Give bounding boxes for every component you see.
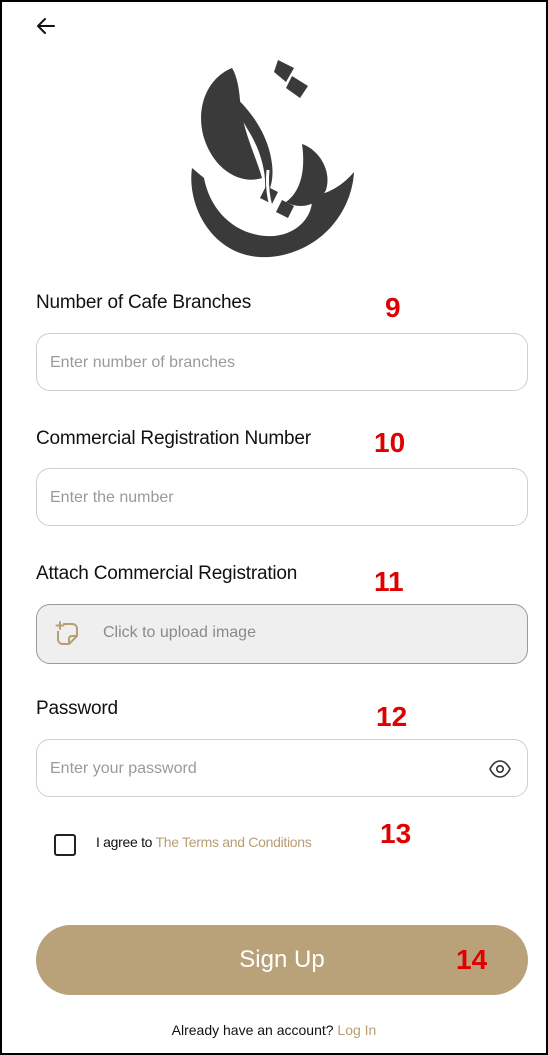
terms-prefix: I agree to [96, 834, 153, 850]
back-arrow-icon[interactable] [34, 14, 58, 38]
password-input[interactable] [48, 740, 472, 798]
login-prompt-text: Already have an account? [171, 1022, 334, 1038]
cr-number-input[interactable] [48, 469, 472, 527]
terms-text: I agree to The Terms and Conditions [96, 834, 312, 850]
sign-up-button[interactable]: Sign Up [36, 925, 528, 995]
annotation-number-11: 11 [374, 566, 404, 597]
annotation-number-13: 13 [380, 818, 412, 849]
eye-icon[interactable] [489, 760, 511, 778]
terms-link[interactable]: The Terms and Conditions [156, 834, 312, 850]
image-upload-icon [55, 621, 78, 645]
cr-attach-label: Attach Commercial Registration [36, 563, 298, 584]
annotation-number-9: 9 [385, 292, 401, 323]
login-prompt: Already have an account? Log In [0, 1022, 548, 1038]
logo [191, 60, 354, 258]
annotation-number-14: 14 [456, 944, 488, 975]
annotation-number-12: 12 [376, 701, 408, 732]
password-field[interactable] [36, 739, 528, 798]
branches-field[interactable] [36, 333, 528, 392]
upload-image-button[interactable]: Click to upload image [36, 604, 528, 664]
sign-up-label: Sign Up [239, 946, 325, 973]
branches-label: Number of Cafe Branches [36, 292, 252, 313]
cr-number-label: Commercial Registration Number [36, 428, 311, 449]
upload-label: Click to upload image [103, 624, 256, 641]
annotation-number-10: 10 [374, 427, 406, 458]
password-label: Password [36, 698, 118, 719]
terms-checkbox[interactable] [54, 834, 76, 856]
branches-input[interactable] [48, 334, 472, 392]
cr-number-field[interactable] [36, 468, 528, 527]
login-link[interactable]: Log In [337, 1022, 376, 1038]
